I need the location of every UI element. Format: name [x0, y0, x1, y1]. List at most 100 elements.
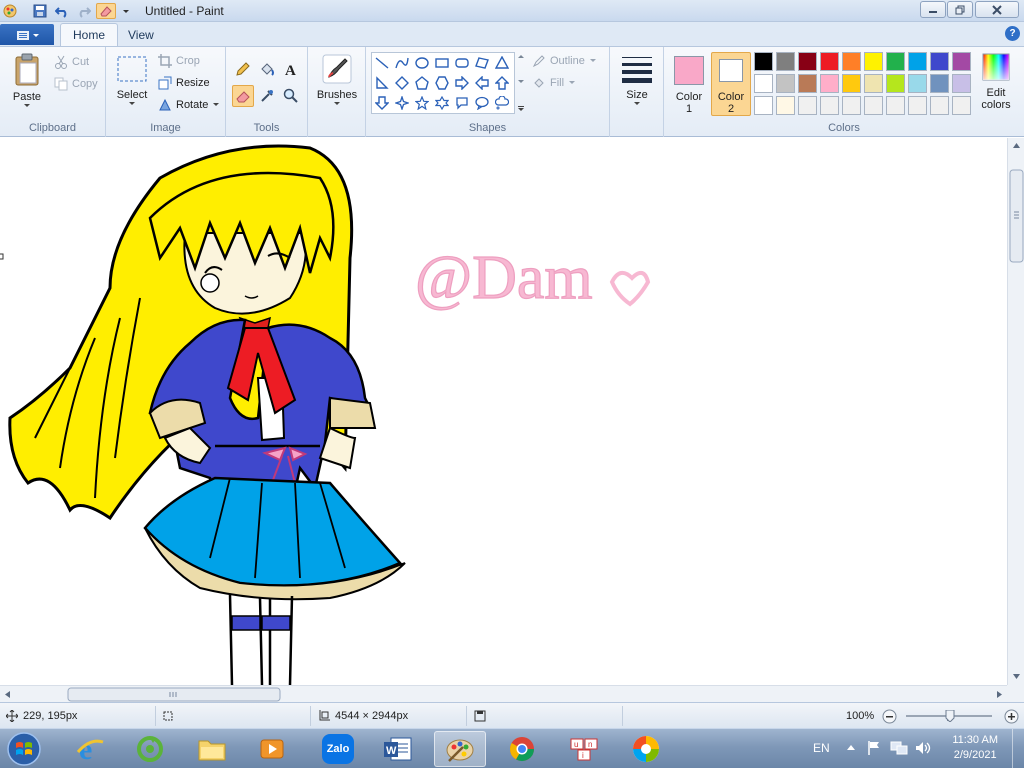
- right-triangle-shape[interactable]: [373, 74, 391, 92]
- copy-button[interactable]: Copy: [54, 75, 98, 93]
- tab-view[interactable]: View: [116, 23, 166, 46]
- palette-swatch[interactable]: [864, 74, 883, 93]
- palette-swatch[interactable]: [908, 52, 927, 71]
- palette-swatch[interactable]: [952, 96, 971, 115]
- palette-swatch[interactable]: [776, 52, 795, 71]
- help-icon[interactable]: ?: [1005, 26, 1020, 41]
- palette-swatch[interactable]: [842, 74, 861, 93]
- palette-swatch[interactable]: [754, 74, 773, 93]
- language-indicator[interactable]: EN: [813, 741, 830, 755]
- palette-swatch[interactable]: [776, 96, 795, 115]
- palette-swatch[interactable]: [798, 52, 817, 71]
- palette-swatch[interactable]: [842, 96, 861, 115]
- palette-swatch[interactable]: [864, 52, 883, 71]
- canvas-area[interactable]: @Dam: [0, 138, 1007, 685]
- paint-menu-button[interactable]: [0, 24, 54, 45]
- diamond-shape[interactable]: [393, 74, 411, 92]
- oval-shape[interactable]: [413, 54, 431, 72]
- taskbar-app-green[interactable]: [124, 731, 176, 767]
- palette-swatch[interactable]: [754, 52, 773, 71]
- minimize-button[interactable]: [920, 1, 946, 18]
- zoom-out-button[interactable]: [882, 709, 897, 724]
- right-arrow-shape[interactable]: [453, 74, 471, 92]
- taskbar-zalo[interactable]: Zalo: [312, 731, 364, 767]
- resize-button[interactable]: Resize: [158, 74, 210, 92]
- tab-home[interactable]: Home: [60, 23, 119, 46]
- palette-swatch[interactable]: [820, 96, 839, 115]
- eraser-quick-icon[interactable]: [96, 3, 116, 19]
- taskbar-chrome[interactable]: [496, 731, 548, 767]
- eraser-tool[interactable]: [232, 85, 254, 107]
- drawing-canvas[interactable]: @Dam: [0, 138, 1007, 685]
- fill-button[interactable]: Fill: [532, 74, 576, 92]
- oval-callout-shape[interactable]: [473, 94, 491, 112]
- taskbar-file-explorer[interactable]: [186, 731, 238, 767]
- palette-swatch[interactable]: [776, 74, 795, 93]
- magnifier-tool[interactable]: [280, 85, 302, 107]
- palette-swatch[interactable]: [754, 96, 773, 115]
- edit-colors-button[interactable]: Edit colors: [974, 53, 1018, 111]
- taskbar-unikey[interactable]: u ni: [558, 731, 610, 767]
- polygon-shape[interactable]: [473, 54, 491, 72]
- taskbar-media-player[interactable]: [246, 731, 298, 767]
- save-icon[interactable]: [32, 3, 48, 19]
- pencil-tool[interactable]: [232, 58, 254, 80]
- rounded-callout-shape[interactable]: [453, 94, 471, 112]
- rounded-rectangle-shape[interactable]: [453, 54, 471, 72]
- pentagon-shape[interactable]: [413, 74, 431, 92]
- color-picker-tool[interactable]: [256, 85, 278, 107]
- close-button[interactable]: [975, 1, 1019, 18]
- five-point-star-shape[interactable]: [413, 94, 431, 112]
- outline-button[interactable]: Outline: [532, 52, 597, 70]
- palette-swatch[interactable]: [798, 74, 817, 93]
- horizontal-scrollbar[interactable]: [0, 685, 1007, 702]
- palette-swatch[interactable]: [798, 96, 817, 115]
- paste-button[interactable]: Paste: [8, 53, 46, 109]
- line-shape[interactable]: [373, 54, 391, 72]
- palette-swatch[interactable]: [930, 96, 949, 115]
- rotate-button[interactable]: Rotate: [158, 96, 220, 114]
- palette-swatch[interactable]: [908, 74, 927, 93]
- customize-quick-access-icon[interactable]: [118, 3, 134, 19]
- hexagon-shape[interactable]: [433, 74, 451, 92]
- palette-swatch[interactable]: [952, 74, 971, 93]
- taskbar-internet-explorer[interactable]: e: [64, 731, 116, 767]
- cloud-callout-shape[interactable]: [493, 94, 511, 112]
- zoom-slider[interactable]: [906, 709, 992, 723]
- canvas-resize-handle[interactable]: [0, 253, 4, 260]
- size-button[interactable]: Size: [618, 53, 656, 107]
- cut-button[interactable]: Cut: [54, 53, 89, 71]
- fill-tool[interactable]: [256, 58, 278, 80]
- curve-shape[interactable]: [393, 54, 411, 72]
- brushes-button[interactable]: Brushes: [314, 53, 360, 107]
- maximize-button[interactable]: [947, 1, 973, 18]
- shapes-scroll[interactable]: [516, 53, 526, 113]
- palette-swatch[interactable]: [820, 74, 839, 93]
- action-center-icon[interactable]: [866, 740, 882, 759]
- volume-icon[interactable]: [914, 740, 932, 759]
- left-arrow-shape[interactable]: [473, 74, 491, 92]
- palette-swatch[interactable]: [952, 52, 971, 71]
- color-1-selector[interactable]: Color 1: [669, 52, 709, 116]
- palette-swatch[interactable]: [930, 74, 949, 93]
- down-arrow-shape[interactable]: [373, 94, 391, 112]
- four-point-star-shape[interactable]: [393, 94, 411, 112]
- palette-swatch[interactable]: [886, 52, 905, 71]
- select-button[interactable]: Select: [112, 55, 152, 107]
- six-point-star-shape[interactable]: [433, 94, 451, 112]
- up-arrow-shape[interactable]: [493, 74, 511, 92]
- triangle-shape[interactable]: [493, 54, 511, 72]
- palette-swatch[interactable]: [908, 96, 927, 115]
- taskbar-word[interactable]: W: [372, 731, 424, 767]
- show-hidden-icons-button[interactable]: [846, 743, 856, 756]
- taskbar-color-app[interactable]: [620, 731, 672, 767]
- rectangle-shape[interactable]: [433, 54, 451, 72]
- redo-icon[interactable]: [76, 3, 92, 19]
- network-icon[interactable]: [890, 740, 908, 759]
- system-clock[interactable]: 11:30 AM 2/9/2021: [952, 733, 998, 763]
- show-desktop-button[interactable]: [1012, 729, 1024, 768]
- taskbar-paint[interactable]: [434, 731, 486, 767]
- palette-swatch[interactable]: [930, 52, 949, 71]
- start-button[interactable]: [4, 730, 44, 768]
- undo-icon[interactable]: [54, 3, 70, 19]
